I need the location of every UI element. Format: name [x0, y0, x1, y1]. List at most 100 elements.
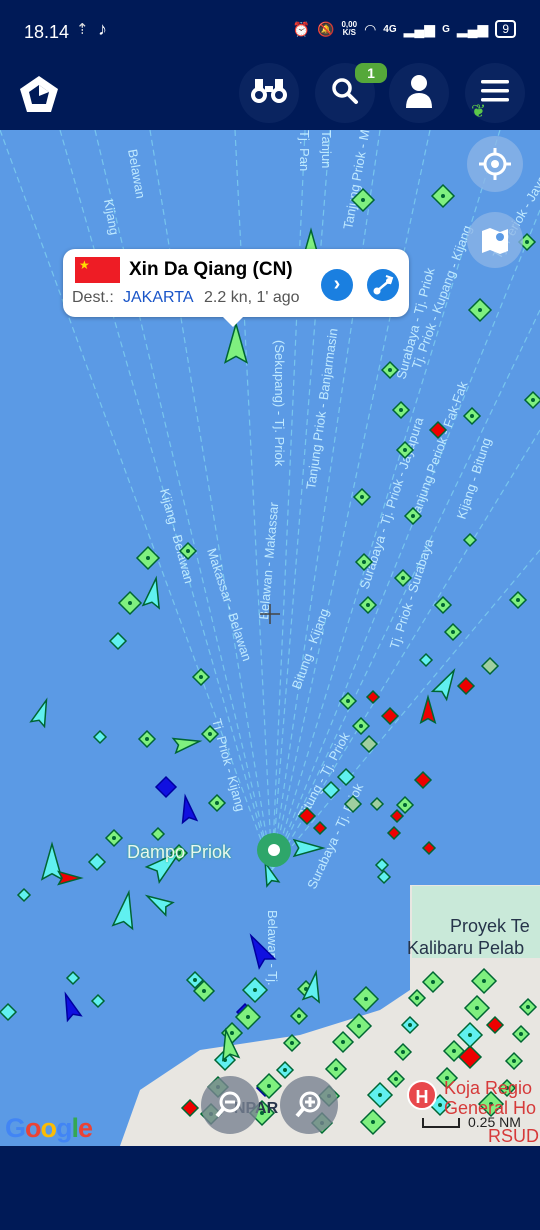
- area-label-1: Proyek Te: [450, 916, 530, 936]
- zoom-in-button[interactable]: [280, 1076, 338, 1134]
- vessel-marker[interactable]: [480, 656, 500, 676]
- vessel-marker[interactable]: [462, 532, 478, 548]
- tiktok-icon: ♪: [98, 19, 107, 39]
- menu-button[interactable]: ❦: [465, 63, 525, 123]
- route-label: Tj. Priok - Surabaya: [387, 536, 437, 651]
- vessel-marker[interactable]: [90, 993, 106, 1009]
- signal-icon: ▂▄▆: [403, 20, 436, 37]
- vessel-marker[interactable]: [462, 406, 482, 426]
- google-logo: Google: [5, 1113, 93, 1144]
- vessel-marker[interactable]: [92, 729, 108, 745]
- vessel-marker[interactable]: [135, 545, 161, 571]
- vessel-marker[interactable]: [456, 676, 476, 696]
- moving-vessel[interactable]: [144, 890, 175, 917]
- vessel-marker[interactable]: [207, 793, 227, 813]
- moving-vessel[interactable]: [57, 870, 84, 886]
- vessel-marker[interactable]: [443, 622, 463, 642]
- vessel-marker[interactable]: [391, 400, 411, 420]
- vessel-marker[interactable]: [389, 808, 405, 824]
- vessel-marker[interactable]: [65, 970, 81, 986]
- vessel-marker[interactable]: [376, 869, 392, 885]
- hospital-label-1: Koja Regio: [444, 1078, 533, 1098]
- scale-label: 0.25 NM: [468, 1114, 521, 1130]
- vessel-marker[interactable]: [191, 667, 211, 687]
- google-letter: g: [56, 1113, 72, 1143]
- vessel-marker[interactable]: [421, 840, 437, 856]
- marinetraffic-logo-icon[interactable]: [18, 74, 60, 119]
- vessel-marker[interactable]: [150, 826, 166, 842]
- vessel-name: Xin Da Qiang (CN): [129, 259, 293, 280]
- vessel-map[interactable]: Belawan Kijang Tj. Pan Tanjun Tanjung Priok …: [0, 130, 540, 1146]
- route-label: Makassar - Belawan: [204, 546, 255, 663]
- route-label: Tanjung Priok - Banjarmasin: [303, 327, 340, 490]
- vessel-marker[interactable]: [523, 390, 540, 410]
- moving-vessel[interactable]: [223, 321, 249, 364]
- hospital-icon[interactable]: H: [407, 1080, 437, 1110]
- vessel-marker[interactable]: [16, 887, 32, 903]
- vessel-marker[interactable]: [365, 689, 381, 705]
- map-layers-button[interactable]: [467, 212, 523, 268]
- binoculars-button[interactable]: [239, 63, 299, 123]
- moving-vessel[interactable]: [29, 697, 53, 729]
- vessel-marker[interactable]: [358, 595, 378, 615]
- moving-vessel[interactable]: [111, 889, 139, 931]
- moving-vessel[interactable]: [178, 793, 199, 825]
- route-label: Tanjun: [319, 130, 334, 168]
- vessel-marker[interactable]: [374, 857, 390, 873]
- vessel-marker[interactable]: [430, 183, 456, 209]
- vessel-marker[interactable]: [137, 729, 157, 749]
- vessel-marker[interactable]: [351, 716, 371, 736]
- vessel-marker[interactable]: [369, 796, 385, 812]
- route-label: Tanjung Priok - Makassar: [340, 130, 380, 231]
- signal-g-label: G: [442, 23, 450, 35]
- moving-vessel[interactable]: [59, 991, 83, 1023]
- vessel-marker[interactable]: [154, 775, 178, 799]
- status-icons: ⏰ 🔕 0,00 K/S ◠ 4G ▂▄▆ G ▂▄▆ 9: [293, 20, 516, 38]
- net-speed-unit: K/S: [342, 28, 356, 37]
- vessel-marker[interactable]: [359, 734, 379, 754]
- wifi-icon: ◠: [364, 20, 377, 37]
- account-button[interactable]: [389, 63, 449, 123]
- vessel-marker[interactable]: [352, 985, 380, 1013]
- moving-vessel[interactable]: [141, 575, 164, 610]
- vessel-marker[interactable]: [289, 1006, 309, 1026]
- vessel-marker[interactable]: [508, 590, 528, 610]
- vessel-marker[interactable]: [108, 631, 128, 651]
- zoom-out-icon: [215, 1091, 241, 1118]
- my-location-button[interactable]: [467, 136, 523, 192]
- vessel-route-button[interactable]: [367, 269, 399, 301]
- moving-vessel[interactable]: [430, 666, 461, 702]
- leaf-icon: ❦: [471, 101, 487, 121]
- vessel-marker[interactable]: [413, 770, 433, 790]
- vessel-details-button[interactable]: ›: [321, 269, 353, 301]
- moving-vessel[interactable]: [419, 694, 437, 725]
- port-marker[interactable]: [257, 833, 291, 867]
- route-label: Belawan: [125, 148, 148, 200]
- top-navigation: 1 ❦: [0, 54, 540, 130]
- vessel-marker[interactable]: [0, 1002, 18, 1022]
- vessel-marker[interactable]: [104, 828, 124, 848]
- vessel-popup[interactable]: ★ Xin Da Qiang (CN) Dest.: JAKARTA 2.2 k…: [63, 249, 409, 327]
- vessel-marker[interactable]: [312, 820, 328, 836]
- route-label: Kijang: [101, 198, 122, 236]
- vessel-marker[interactable]: [433, 595, 453, 615]
- vessel-marker[interactable]: [87, 852, 107, 872]
- moving-vessel[interactable]: [171, 734, 203, 755]
- vessel-marker[interactable]: [467, 297, 493, 323]
- vessel-marker[interactable]: [117, 590, 143, 616]
- route-label: Kijang - Belawan: [157, 487, 197, 585]
- zoom-out-button[interactable]: [201, 1076, 259, 1134]
- upload-icon: ⇡: [76, 21, 89, 38]
- google-letter: e: [78, 1113, 93, 1143]
- moving-vessel[interactable]: [40, 841, 64, 881]
- vessel-marker[interactable]: [418, 652, 434, 668]
- vessel-marker[interactable]: [395, 795, 415, 815]
- map-layers-icon: [482, 228, 508, 254]
- binoculars-icon: [249, 76, 289, 111]
- vessel-marker[interactable]: [352, 487, 372, 507]
- route-label: Belawan - Tj.: [265, 910, 280, 986]
- vessel-marker[interactable]: [241, 976, 269, 1004]
- vessel-marker[interactable]: [386, 825, 402, 841]
- destination-value[interactable]: JAKARTA: [123, 289, 194, 307]
- system-navigation-bar: [0, 1146, 540, 1230]
